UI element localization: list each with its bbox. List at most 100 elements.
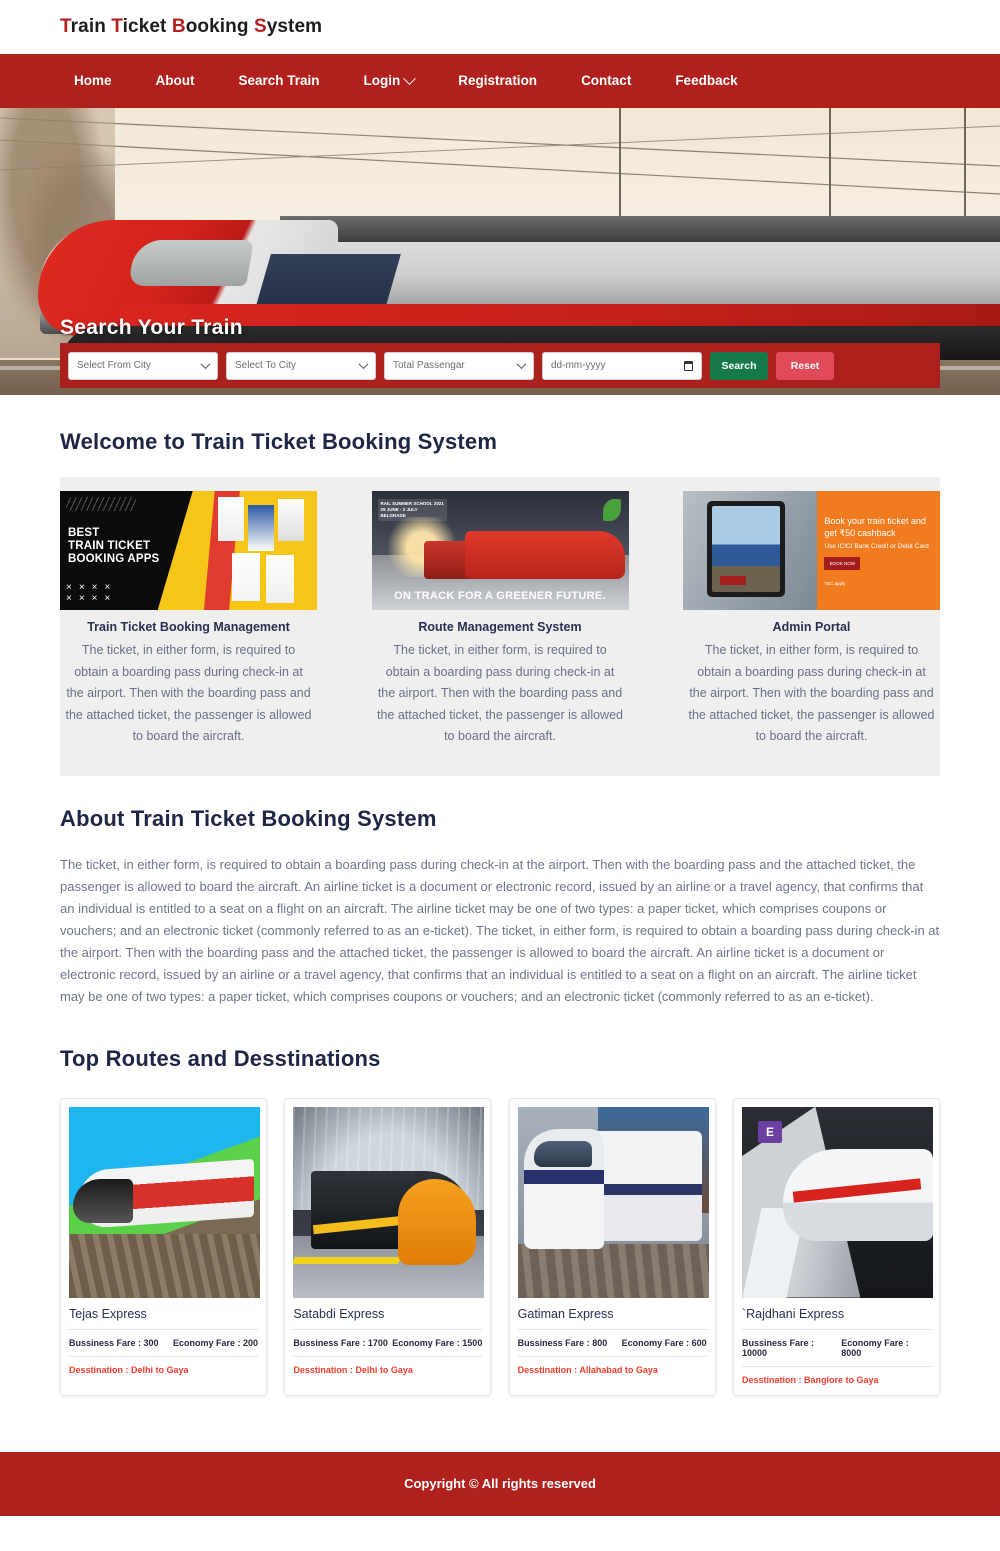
route-card[interactable]: E `Rajdhani Express Bussiness Fare : 100… <box>732 1097 940 1396</box>
top-routes-section: Top Routes and Desstinations Tejas Expre… <box>0 1008 1000 1452</box>
from-city-select[interactable]: Select From City <box>68 351 218 380</box>
feature-card[interactable]: Book your train ticket and get ₹50 cashb… <box>683 491 940 748</box>
economy-fare: Economy Fare : 200 <box>172 1337 258 1348</box>
thumbnail-text: Book your train ticket and get ₹50 cashb… <box>824 516 926 538</box>
search-button[interactable]: Search <box>710 351 768 380</box>
route-train-image <box>69 1106 260 1298</box>
nav-item-about[interactable]: About <box>134 54 217 108</box>
cashback-offer-thumbnail: Book your train ticket and get ₹50 cashb… <box>683 491 940 610</box>
business-fare: Bussiness Fare : 10000 <box>741 1337 815 1358</box>
platform-sign-icon: E <box>757 1120 782 1143</box>
main-navigation: Home About Search Train Login Registration Co… <box>0 54 1000 108</box>
route-train-name: `Rajdhani Express <box>741 1307 931 1330</box>
train-search-panel: Select From City Select To City Total Pa… <box>60 343 940 388</box>
train-red-stripe <box>120 304 1000 326</box>
journey-date-input[interactable]: dd-mm-yyyy <box>542 351 702 380</box>
reset-button[interactable]: Reset <box>776 351 834 380</box>
business-fare: Bussiness Fare : 1700 <box>293 1337 388 1348</box>
tablet-icon <box>707 501 785 597</box>
train-roof <box>280 216 1000 242</box>
train-windshield <box>127 240 255 286</box>
route-destination: Desstination : Banglore to Gaya <box>741 1374 879 1385</box>
nav-item-label: Feedback <box>675 73 738 88</box>
feature-card[interactable]: BEST TRAIN TICKET BOOKING APPS ×××× ×××× Tr… <box>60 491 317 748</box>
chevron-pattern-icon <box>66 497 136 511</box>
site-footer: Copyright © All rights reserved <box>0 1451 1000 1516</box>
route-fare-row: Bussiness Fare : 10000 Economy Fare : 80… <box>741 1330 931 1367</box>
feature-card[interactable]: RAIL SUMMER SCHOOL 2021 29 JUNE - 2 JULY B… <box>371 491 629 748</box>
economy-fare: Economy Fare : 1500 <box>392 1337 483 1348</box>
chevron-down-icon <box>358 359 369 370</box>
nav-item-search-train[interactable]: Search Train <box>217 54 342 108</box>
route-destination: Desstination : Allahabad to Gaya <box>517 1364 658 1375</box>
brand-title-part-3: icket <box>122 16 172 37</box>
routes-title: Top Routes and Desstinations <box>60 1045 381 1071</box>
booking-apps-thumbnail: BEST TRAIN TICKET BOOKING APPS ×××× ×××× <box>60 491 317 610</box>
route-train-image <box>517 1106 709 1298</box>
welcome-section: Welcome to Train Ticket Booking System B… <box>0 395 1000 776</box>
feature-card-text: The ticket, in either form, is required … <box>688 643 935 743</box>
copyright-text: Copyright © All rights reserved <box>404 1476 596 1491</box>
route-train-image: E <box>741 1106 933 1298</box>
economy-fare: Economy Fare : 600 <box>621 1337 707 1348</box>
feature-card-text: The ticket, in either form, is required … <box>377 643 623 743</box>
calendar-icon[interactable] <box>684 360 693 371</box>
nav-item-login[interactable]: Login <box>342 54 437 108</box>
catenary-wires-icon <box>0 108 1000 228</box>
nav-item-registration[interactable]: Registration <box>436 54 559 108</box>
route-fare-row: Bussiness Fare : 1700 Economy Fare : 150… <box>293 1330 483 1357</box>
route-train-name: Satabdi Express <box>293 1307 483 1330</box>
route-fare-row: Bussiness Fare : 800 Economy Fare : 600 <box>517 1330 707 1357</box>
route-card[interactable]: Tejas Express Bussiness Fare : 300 Econo… <box>60 1097 267 1396</box>
nav-item-label: About <box>155 73 195 88</box>
to-city-select[interactable]: Select To City <box>226 351 376 380</box>
route-card[interactable]: Satabdi Express Bussiness Fare : 1700 Ec… <box>284 1097 492 1396</box>
welcome-title: Welcome to Train Ticket Booking System <box>60 429 498 454</box>
thumbnail-text: BEST TRAIN TICKET BOOKING APPS <box>68 527 160 565</box>
nav-item-label: Registration <box>458 73 538 88</box>
route-train-image <box>293 1106 485 1298</box>
to-city-value: Select To City <box>235 360 296 371</box>
greener-future-thumbnail: RAIL SUMMER SCHOOL 2021 29 JUNE - 2 JULY B… <box>371 491 629 610</box>
economy-fare: Economy Fare : 8000 <box>841 1337 909 1358</box>
feature-card-caption: Admin Portal <box>772 620 851 634</box>
brand-title-part-4: B <box>171 16 186 37</box>
route-train-name: Gatiman Express <box>517 1307 707 1330</box>
business-fare: Bussiness Fare : 800 <box>517 1337 608 1348</box>
nav-item-label: Home <box>74 73 112 88</box>
brand-title-part-7: ystem <box>266 16 323 37</box>
nav-item-feedback[interactable]: Feedback <box>653 54 759 108</box>
nav-item-contact[interactable]: Contact <box>559 54 653 108</box>
feature-card-text: The ticket, in either form, is required … <box>65 643 312 743</box>
brand-title-part-6: S <box>253 16 267 37</box>
about-paragraph: The ticket, in either form, is required … <box>60 856 940 1004</box>
feature-card-caption: Train Ticket Booking Management <box>87 620 290 634</box>
hero-heading: Search Your Train <box>60 316 243 339</box>
brand-title-part-0: T <box>60 16 71 37</box>
total-passenger-value: Total Passengar <box>393 360 465 371</box>
journey-date-placeholder: dd-mm-yyyy <box>551 360 606 371</box>
about-section: About Train Ticket Booking System The ti… <box>0 776 1000 1008</box>
site-logo-title[interactable]: Train Ticket Booking System <box>60 16 322 38</box>
total-passenger-select[interactable]: Total Passengar <box>384 351 534 380</box>
nav-item-label: Login <box>363 73 401 88</box>
nav-item-home[interactable]: Home <box>60 54 134 108</box>
feature-card-caption: Route Management System <box>418 620 582 634</box>
route-card[interactable]: Gatiman Express Bussiness Fare : 800 Eco… <box>508 1097 716 1396</box>
nav-item-label: Contact <box>581 73 632 88</box>
route-destination: Desstination : Delhi to Gaya <box>69 1364 189 1375</box>
nav-item-label: Search Train <box>238 73 320 88</box>
brand-header: Train Ticket Booking System <box>0 0 1000 54</box>
terms-note: T&C apply <box>824 581 846 586</box>
brand-title-part-2: T <box>111 16 123 37</box>
hero-banner: Search Your Train Select From City Selec… <box>0 108 1000 395</box>
thumbnail-tag: RAIL SUMMER SCHOOL 2021 29 JUNE - 2 JULY B… <box>377 499 447 521</box>
book-now-badge: BOOK NOW <box>824 557 861 570</box>
route-fare-row: Bussiness Fare : 300 Economy Fare : 200 <box>69 1330 258 1357</box>
thumbnail-text: ON TRACK FOR A GREENER FUTURE. <box>394 590 606 602</box>
chevron-down-icon <box>200 359 211 370</box>
brand-title-part-5: ooking <box>185 16 254 37</box>
x-pattern-icon: ×××× ×××× <box>66 582 118 604</box>
from-city-value: Select From City <box>77 360 151 371</box>
brand-title-part-1: rain <box>70 16 112 37</box>
